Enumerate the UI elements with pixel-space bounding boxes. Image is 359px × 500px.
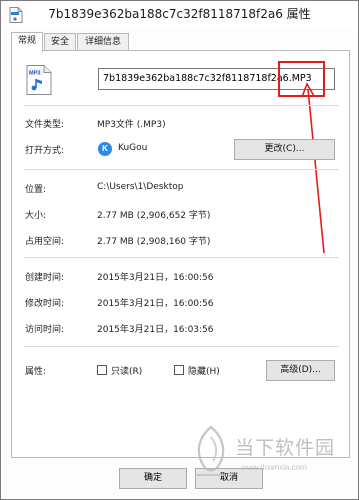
file-type-value: MP3文件 (.MP3) (97, 120, 166, 130)
separator (24, 257, 339, 258)
tab-security[interactable]: 安全 (44, 33, 76, 51)
location-label: 位置: (25, 185, 47, 195)
size-label: 大小: (25, 211, 47, 221)
location-value: C:\Users\1\Desktop (97, 182, 184, 192)
file-type-label: 文件类型: (25, 120, 65, 130)
created-label: 创建时间: (25, 273, 65, 283)
window-title: 7b1839e362ba188c7c32f8118718f2a6 属性 (48, 7, 311, 21)
tab-details[interactable]: 详细信息 (77, 33, 129, 51)
tab-general[interactable]: 常规 (11, 32, 43, 52)
readonly-checkbox[interactable] (97, 365, 107, 375)
created-value: 2015年3月21日，16:00:56 (97, 273, 214, 283)
cancel-button[interactable]: 取消 (195, 468, 263, 489)
general-panel: MP3 7b1839e362ba188c7c32f8118718f2a6.MP3… (11, 50, 350, 458)
separator (24, 169, 339, 170)
ok-button[interactable]: 确定 (119, 468, 187, 489)
mp3-file-icon: MP3 (26, 65, 52, 95)
size-on-disk-value: 2.77 MB (2,908,160 字节) (97, 237, 211, 247)
change-button[interactable]: 更改(C)... (234, 139, 335, 160)
hidden-label[interactable]: 隐藏(H) (188, 364, 220, 377)
properties-dialog: 7b1839e362ba188c7c32f8118718f2a6 属性 常规 安… (0, 0, 359, 500)
accessed-label: 访问时间: (25, 325, 65, 335)
size-on-disk-label: 占用空间: (25, 237, 65, 247)
separator (24, 105, 339, 106)
title-bar: 7b1839e362ba188c7c32f8118718f2a6 属性 (1, 1, 358, 29)
attributes-label: 属性: (25, 367, 47, 377)
opens-with-value: KuGou (118, 143, 148, 153)
size-value: 2.77 MB (2,906,652 字节) (97, 211, 211, 221)
modified-value: 2015年3月21日，16:00:56 (97, 299, 214, 309)
hidden-checkbox[interactable] (174, 365, 184, 375)
opens-with-label: 打开方式: (25, 146, 65, 156)
advanced-button[interactable]: 高级(D)... (266, 360, 335, 381)
readonly-label[interactable]: 只读(R) (111, 364, 142, 377)
accessed-value: 2015年3月21日，16:03:56 (97, 325, 214, 335)
separator (24, 346, 339, 347)
modified-label: 修改时间: (25, 299, 65, 309)
mp3-icon-label: MP3 (29, 70, 40, 76)
kugou-app-icon: K (98, 142, 112, 156)
